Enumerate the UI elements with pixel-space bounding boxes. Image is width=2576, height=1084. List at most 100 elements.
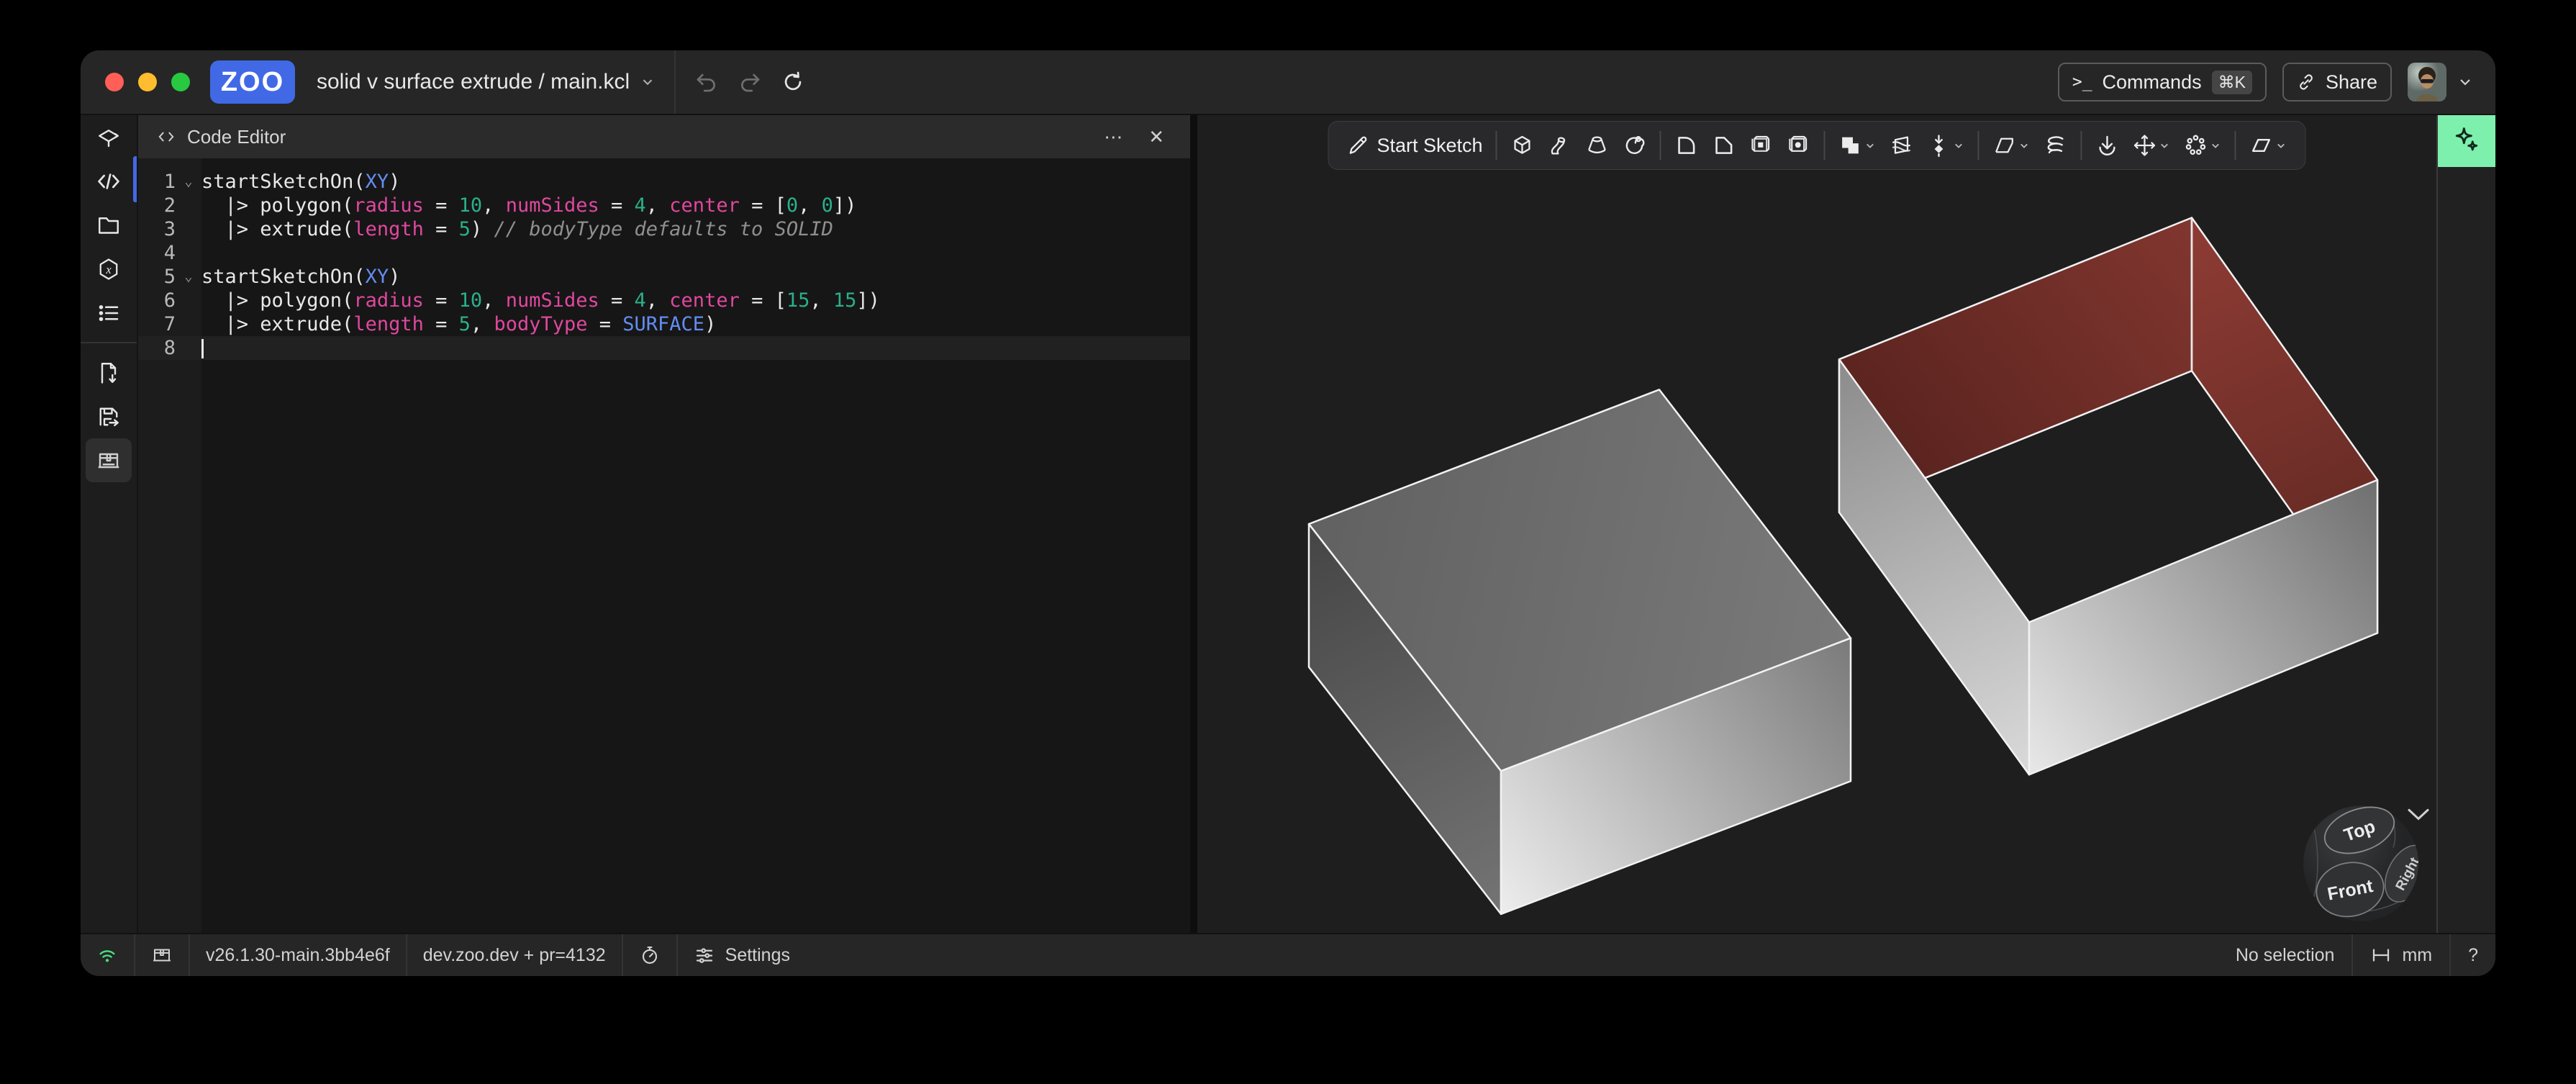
- shell-button[interactable]: [1743, 126, 1780, 165]
- units-label: mm: [2402, 945, 2432, 966]
- code-line[interactable]: 2 |> polygon(radius = 10, numSides = 4, …: [138, 194, 1190, 217]
- text-to-cad-button[interactable]: [2438, 115, 2495, 167]
- settings-button[interactable]: Settings: [678, 934, 806, 976]
- revolve-icon: [1623, 133, 1647, 158]
- pane-close-button[interactable]: ✕: [1141, 126, 1171, 148]
- line-number: 5: [138, 265, 176, 289]
- view-gizmo[interactable]: Right Top Front: [2303, 799, 2436, 923]
- machine-icon: [151, 944, 173, 966]
- code-text: |> extrude(length = 5) // bodyType defau…: [201, 217, 833, 241]
- pane-menu-button[interactable]: ⋯: [1097, 126, 1130, 148]
- minimize-window-button[interactable]: [138, 73, 157, 91]
- insert-button[interactable]: [2089, 126, 2126, 165]
- code-line[interactable]: 5⌄startSketchOn(XY): [138, 265, 1190, 289]
- share-button[interactable]: Share: [2282, 63, 2392, 101]
- network-status-button[interactable]: [81, 934, 135, 976]
- offset-plane-button[interactable]: [1986, 126, 2037, 165]
- user-avatar[interactable]: [2408, 63, 2446, 101]
- extrude-button[interactable]: [1504, 126, 1541, 165]
- boolean-button[interactable]: [1832, 126, 1883, 165]
- code-line[interactable]: 1⌄startSketchOn(XY): [138, 170, 1190, 194]
- pattern-button[interactable]: [2177, 126, 2228, 165]
- chevron-down-icon: [2159, 140, 2171, 152]
- sketch-plane-icon: [96, 125, 122, 150]
- code-line[interactable]: 6 |> polygon(radius = 10, numSides = 4, …: [138, 289, 1190, 312]
- sidebar-code-button[interactable]: [86, 159, 132, 203]
- pane-resize-handle[interactable]: [1190, 115, 1197, 933]
- zoo-logo[interactable]: ZOO: [210, 60, 295, 104]
- sidebar-variables-button[interactable]: x: [86, 247, 132, 291]
- fillet-button[interactable]: [1668, 126, 1705, 165]
- commands-shortcut: ⌘K: [2212, 71, 2252, 94]
- start-sketch-button[interactable]: Start Sketch: [1340, 126, 1489, 165]
- fillet-icon: [1674, 133, 1699, 158]
- fold-chevron-icon[interactable]: ⌄: [176, 170, 201, 194]
- modeling-toolbar: Start Sketch: [1328, 121, 2305, 170]
- line-number: 2: [138, 194, 176, 217]
- environment-button[interactable]: dev.zoo.dev + pr=4132: [407, 934, 623, 976]
- app-version-button[interactable]: v26.1.30-main.3bb4e6f: [190, 934, 407, 976]
- code-lines[interactable]: 1⌄startSketchOn(XY)2 |> polygon(radius =…: [138, 158, 1190, 933]
- solid-box[interactable]: [1309, 389, 1851, 914]
- sidebar-machines-button[interactable]: [86, 438, 132, 482]
- redo-icon[interactable]: [738, 70, 762, 94]
- modeling-viewport[interactable]: Right Top Front: [1197, 115, 2436, 933]
- status-bar: v26.1.30-main.3bb4e6f dev.zoo.dev + pr=4…: [81, 933, 2495, 976]
- line-number: 1: [138, 170, 176, 194]
- pattern-icon: [2184, 133, 2208, 158]
- project-title-menu[interactable]: solid v surface extrude / main.kcl: [317, 70, 656, 94]
- move-button[interactable]: [2126, 126, 2177, 165]
- user-menu-chevron-icon[interactable]: [2457, 73, 2474, 91]
- close-window-button[interactable]: [105, 73, 124, 91]
- scene-canvas[interactable]: Right Top Front: [1197, 115, 2436, 933]
- svg-text:x: x: [105, 263, 112, 276]
- code-line[interactable]: 7 |> extrude(length = 5, bodyType = SURF…: [138, 312, 1190, 336]
- undo-icon[interactable]: [694, 70, 719, 94]
- helix-button[interactable]: [2037, 126, 2074, 165]
- machine-status-button[interactable]: [135, 934, 190, 976]
- start-sketch-label: Start Sketch: [1371, 135, 1482, 157]
- commands-button[interactable]: >_ Commands ⌘K: [2058, 63, 2267, 101]
- line-number: 3: [138, 217, 176, 241]
- sweep-button[interactable]: [1541, 126, 1579, 165]
- project-title: solid v surface extrude / main.kcl: [317, 70, 630, 94]
- help-button[interactable]: ?: [2449, 934, 2495, 976]
- folder-icon: [96, 212, 122, 238]
- revolve-button[interactable]: [1616, 126, 1654, 165]
- sheet-plane-button[interactable]: [2243, 126, 2294, 165]
- split-button[interactable]: [1883, 126, 1920, 165]
- selection-status: No selection: [2218, 934, 2352, 976]
- offset-button[interactable]: [1920, 126, 1972, 165]
- variables-icon: x: [96, 256, 122, 282]
- hollow-button[interactable]: [1780, 126, 1818, 165]
- chevron-down-icon: [1953, 140, 1965, 152]
- sidebar-logs-button[interactable]: [86, 291, 132, 335]
- gizmo-menu-chevron-icon[interactable]: [2409, 810, 2428, 818]
- sidebar-export-button[interactable]: [86, 351, 132, 394]
- surface-box[interactable]: [1839, 218, 2377, 775]
- plane-icon: [1992, 133, 2017, 158]
- surface-box-outer-front-wall[interactable]: [2029, 480, 2377, 774]
- commands-label: Commands: [2103, 71, 2202, 94]
- loft-button[interactable]: [1579, 126, 1616, 165]
- fold-chevron-icon[interactable]: ⌄: [176, 265, 201, 289]
- zoom-window-button[interactable]: [171, 73, 190, 91]
- code-line[interactable]: 8: [138, 336, 1190, 360]
- chamfer-button[interactable]: [1705, 126, 1743, 165]
- sidebar-files-button[interactable]: [86, 203, 132, 247]
- code-line[interactable]: 4: [138, 241, 1190, 265]
- pencil-icon: [1346, 134, 1369, 157]
- line-number: 7: [138, 312, 176, 336]
- code-line[interactable]: 3 |> extrude(length = 5) // bodyType def…: [138, 217, 1190, 241]
- code-text: startSketchOn(XY): [201, 265, 400, 289]
- timer-button[interactable]: [623, 934, 678, 976]
- active-pane-indicator: [133, 156, 137, 202]
- units-button[interactable]: mm: [2351, 934, 2449, 976]
- helix-icon: [2044, 133, 2068, 158]
- extrude-icon: [1510, 133, 1535, 158]
- refresh-icon[interactable]: [781, 70, 805, 94]
- sidebar-save-button[interactable]: [86, 394, 132, 438]
- insert-icon: [2095, 133, 2120, 158]
- chevron-down-icon: [2018, 140, 2031, 152]
- sidebar-design-button[interactable]: [86, 115, 132, 159]
